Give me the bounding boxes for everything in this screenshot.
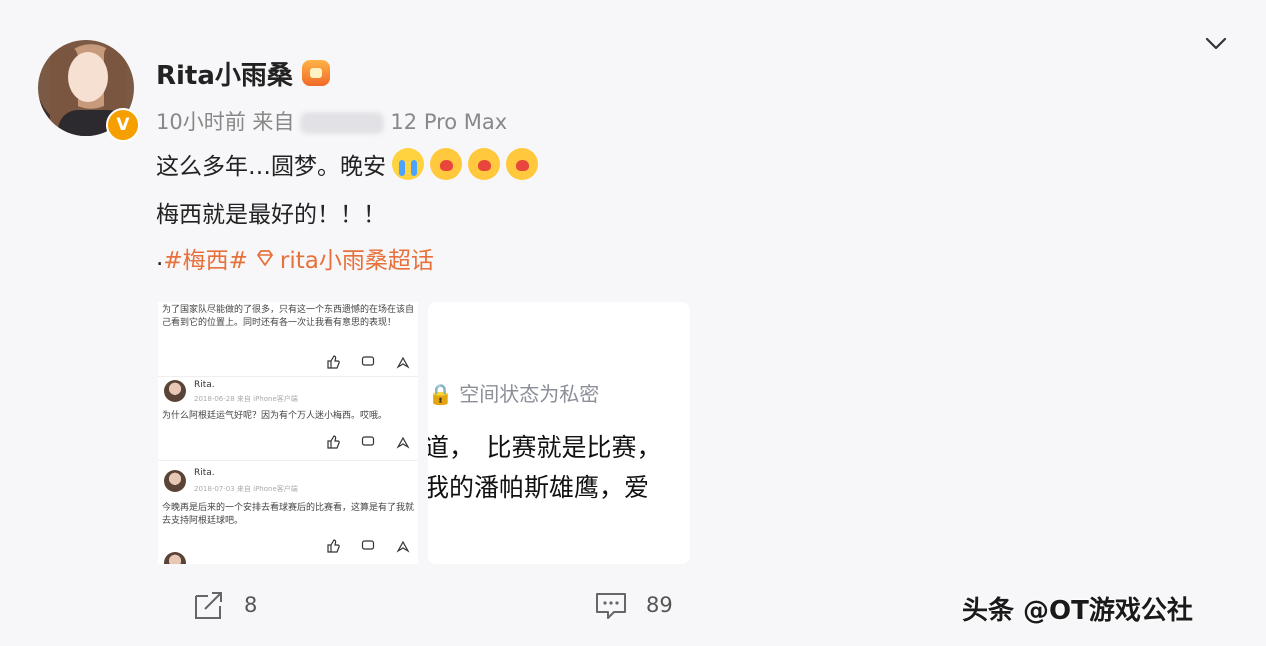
kiss-face-icon (506, 148, 538, 180)
kiss-face-icon (468, 148, 500, 180)
comment-icon (361, 540, 375, 550)
image2-text-line-a: 道， 比赛就是比赛， (428, 433, 662, 462)
screenshot-name-2: Rita. (194, 468, 215, 478)
share-icon (396, 540, 410, 553)
screenshot-avatar (164, 470, 186, 492)
verified-badge-icon: V (106, 108, 140, 142)
post-text-line2: 梅西就是最好的！！！ (156, 202, 386, 228)
comment-icon (361, 436, 375, 446)
comment-count: 89 (646, 593, 673, 617)
lock-icon: 🔒 (428, 382, 453, 406)
screenshot-time-2: 2018-07-03 来自 iPhone客户端 (194, 485, 298, 493)
comment-icon (596, 593, 626, 619)
post-meta: 10小时前 来自 12 Pro Max (156, 106, 507, 136)
post-image-1[interactable]: 为了国家队尽能做的了很多，只有这一个东西遗憾的在场在该自己看到它的位置上。同时还… (158, 302, 418, 564)
share-icon (396, 356, 410, 369)
post-line1-text: 这么多年…圆梦。晚安 (156, 154, 386, 180)
username[interactable]: Rita小雨桑 (156, 55, 293, 92)
screenshot-actions-1 (326, 354, 410, 370)
private-status-text: 空间状态为私密 (459, 382, 600, 406)
post-text-line3: . #梅西# rita小雨桑超话 (156, 241, 434, 275)
like-icon (327, 539, 340, 553)
post-image-2[interactable]: 🔒 空间状态为私密 道， 比赛就是比赛， 我的潘帕斯雄鹰，爱 (428, 302, 690, 564)
supertopic-link[interactable]: rita小雨桑超话 (280, 241, 434, 275)
like-icon (327, 355, 340, 369)
source-prefix: 来自 (252, 110, 295, 134)
comment-icon (361, 356, 375, 366)
line3-dot: . (156, 245, 164, 271)
screenshot-text-2: 为什么阿根廷运气好呢？因为有个万人迷小梅西。哎哦。 (162, 411, 388, 421)
device-blur (300, 112, 385, 134)
screenshot-name-1: Rita. (194, 380, 215, 390)
post-text-line1: 这么多年…圆梦。晚安 (156, 147, 538, 181)
post-time: 10小时前 (156, 110, 246, 134)
screenshot-divider (158, 460, 418, 461)
watermark: 头条 @OT游戏公社 (962, 596, 1193, 626)
repost-icon (195, 592, 222, 619)
supertopic-icon[interactable] (254, 247, 276, 269)
share-icon (396, 436, 410, 449)
chevron-down-icon[interactable] (1204, 34, 1228, 54)
like-icon (327, 435, 340, 449)
member-crown-icon[interactable] (302, 60, 330, 86)
kiss-face-icon (430, 148, 462, 180)
screenshot-avatar (164, 380, 186, 402)
image2-text-line-b: 我的潘帕斯雄鹰，爱 (428, 473, 650, 502)
screenshot-time-1: 2018-06-28 来自 iPhone客户端 (194, 395, 298, 403)
private-status-label: 🔒 空间状态为私密 (428, 378, 599, 407)
hashtag-link[interactable]: #梅西# (163, 241, 248, 275)
screenshot-text-1: 为了国家队尽能做的了很多，只有这一个东西遗憾的在场在该自己看到它的位置上。同时还… (162, 305, 415, 328)
avatar-face (68, 52, 108, 102)
repost-count: 8 (244, 593, 258, 617)
device-name[interactable]: 12 Pro Max (390, 110, 507, 134)
repost-button[interactable]: 8 (192, 590, 257, 620)
screenshot-actions-2 (326, 434, 410, 450)
crying-face-icon (392, 148, 424, 180)
comment-button[interactable]: 89 (594, 590, 673, 620)
screenshot-text-3: 今晚再是后来的一个安排去看球赛后的比赛看，这算是有了我就去支持阿根廷球吧。 (162, 503, 415, 526)
screenshot-divider (158, 376, 418, 377)
screenshot-actions-3 (326, 538, 410, 554)
screenshot-avatar (164, 552, 186, 564)
